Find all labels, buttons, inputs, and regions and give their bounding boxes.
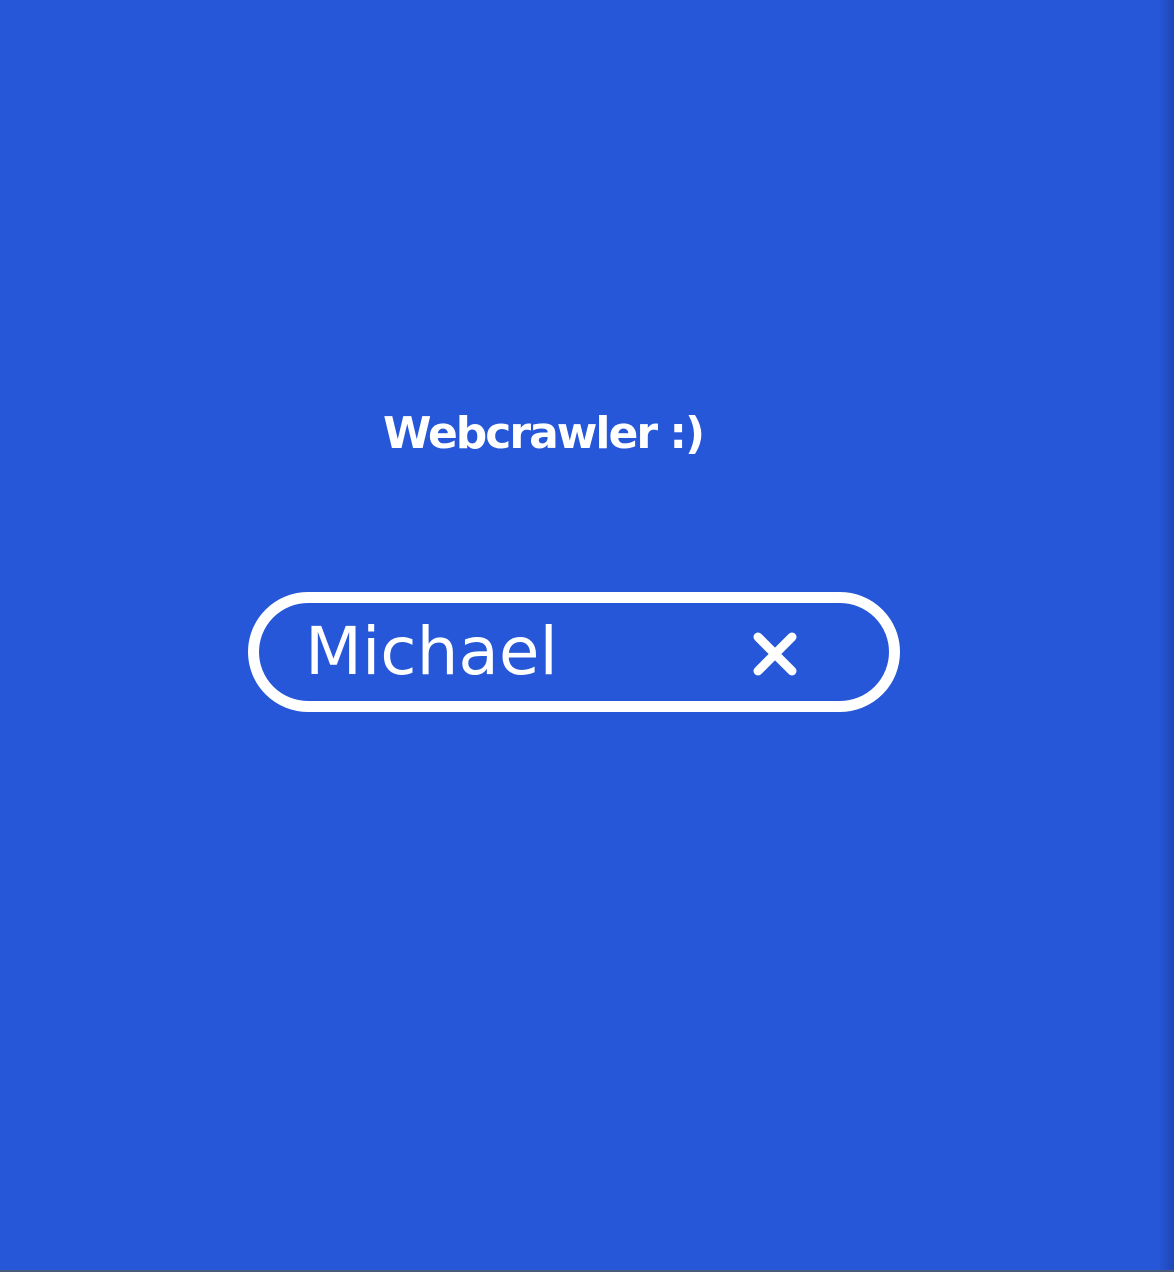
close-icon (753, 632, 797, 676)
window-edge-shadow (1158, 0, 1174, 1272)
search-input[interactable]: Michael (305, 613, 745, 691)
search-box[interactable]: Michael (248, 592, 900, 712)
page: Webcrawler :) Michael (0, 0, 1174, 1272)
page-title: Webcrawler :) (383, 408, 705, 459)
clear-button[interactable] (749, 628, 801, 680)
